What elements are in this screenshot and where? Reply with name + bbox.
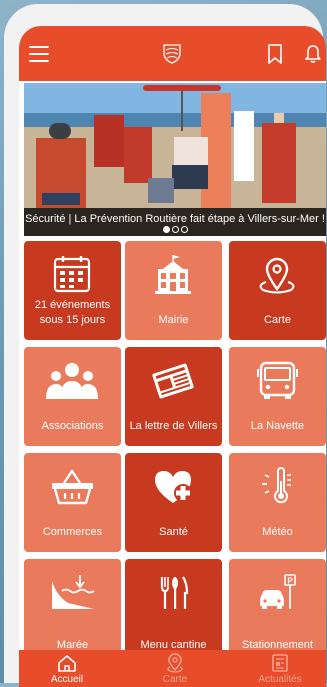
nav-accueil[interactable]: Accueil [27, 650, 107, 687]
tile-label: 21 événements sous 15 jours [34, 299, 111, 326]
home-icon [58, 655, 76, 672]
pagination-dot-active[interactable] [162, 226, 170, 233]
beach-photo [24, 83, 326, 208]
tile-stationnement[interactable]: P Stationnement [229, 559, 326, 658]
bell-icon[interactable] [304, 44, 322, 64]
nav-actualites[interactable]: Actualités [240, 650, 320, 687]
nav-label: Carte [162, 674, 188, 685]
nav-carte[interactable]: Carte [135, 650, 215, 687]
tile-lettre-villers[interactable]: La lettre de Villers [125, 347, 222, 446]
people-icon [46, 363, 98, 399]
bottom-navigation: Accueil Carte Actualités [19, 650, 326, 687]
tile-label: La lettre de Villers [129, 420, 218, 432]
tile-label: Carte [264, 314, 291, 326]
tile-label: La Navette [250, 420, 305, 432]
tile-mairie[interactable]: Mairie [125, 241, 222, 340]
pagination-dot[interactable] [171, 226, 179, 233]
map-pin-icon [167, 653, 183, 673]
app-screen: Sécurité | La Prévention Routière fait é… [19, 26, 326, 687]
nav-label: Actualités [258, 674, 302, 685]
map-pin-icon [259, 257, 295, 294]
tile-meteo[interactable]: Météo [229, 453, 326, 552]
calendar-icon [53, 256, 91, 293]
svg-text:P: P [287, 577, 293, 586]
tile-sante[interactable]: Santé [125, 453, 222, 552]
thermometer-icon [262, 467, 291, 504]
tile-label: Santé [159, 526, 188, 538]
tile-label: Associations [41, 420, 104, 432]
bus-icon [257, 361, 298, 399]
parking-car-icon: P [260, 574, 296, 609]
newspaper-icon [152, 363, 194, 399]
nav-label: Accueil [50, 674, 84, 685]
fork-knife-icon [160, 576, 189, 609]
tile-evenements[interactable]: 21 événements sous 15 jours [24, 241, 121, 340]
tide-icon [52, 575, 95, 609]
tile-commerces[interactable]: Commerces [24, 453, 121, 552]
town-hall-icon [155, 255, 191, 294]
basket-icon [52, 469, 93, 505]
app-header [19, 26, 326, 81]
bookmark-icon[interactable] [267, 44, 283, 64]
tile-associations[interactable]: Associations [24, 347, 121, 446]
tile-menu-cantine[interactable]: Menu cantine [125, 559, 222, 658]
heart-plus-icon [155, 471, 192, 503]
menu-icon[interactable] [29, 46, 49, 62]
phone-frame: Sécurité | La Prévention Routière fait é… [4, 4, 326, 687]
carousel-caption: Sécurité | La Prévention Routière fait é… [24, 208, 326, 236]
news-carousel[interactable]: Sécurité | La Prévention Routière fait é… [24, 83, 326, 236]
carousel-caption-text: Sécurité | La Prévention Routière fait é… [25, 213, 325, 225]
carousel-pagination[interactable] [24, 226, 326, 233]
town-crest-logo [163, 44, 181, 64]
tile-navette[interactable]: La Navette [229, 347, 326, 446]
tile-label: Météo [262, 526, 293, 538]
tile-label: Mairie [158, 314, 189, 326]
tile-maree[interactable]: Marée [24, 559, 121, 658]
tile-carte[interactable]: Carte [229, 241, 326, 340]
pagination-dot[interactable] [180, 226, 188, 233]
news-icon [272, 654, 288, 672]
tile-label: Commerces [42, 526, 103, 538]
